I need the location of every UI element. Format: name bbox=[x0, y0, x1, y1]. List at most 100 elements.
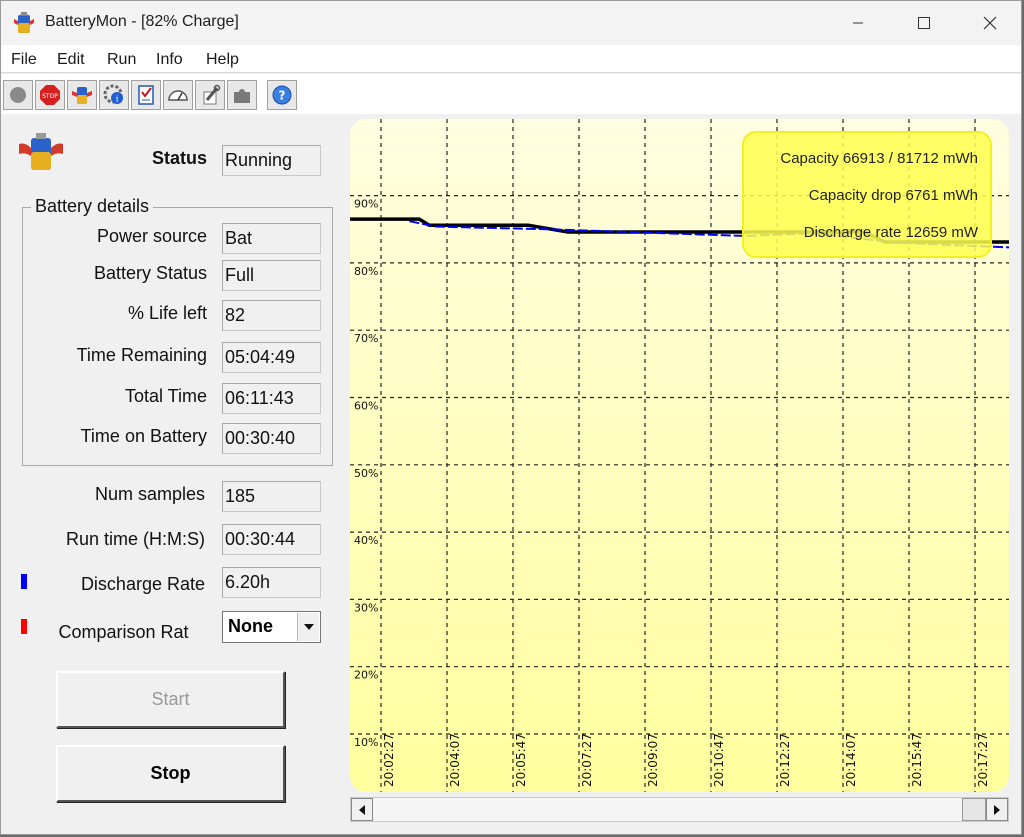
puzzle-icon bbox=[234, 89, 250, 103]
battery-logo-icon bbox=[19, 133, 63, 170]
help-icon: ? bbox=[272, 85, 292, 105]
comparison-rate-label: Comparison Rat bbox=[58, 622, 189, 642]
run-time-label: Run time (H:M:S) bbox=[65, 529, 205, 549]
gauge-button[interactable] bbox=[163, 80, 193, 110]
stop-icon: STOP bbox=[40, 85, 60, 105]
time-remaining-value: 05:04:49 bbox=[222, 342, 321, 373]
window-title: BatteryMon - [82% Charge] bbox=[45, 13, 239, 30]
x-tick-label: 20:12:27 bbox=[778, 733, 792, 787]
info-capacity: Capacity 66913 / 81712 mWh bbox=[780, 150, 978, 167]
scroll-right-button[interactable] bbox=[986, 798, 1008, 821]
x-tick-label: 20:15:47 bbox=[910, 733, 924, 787]
start-button[interactable]: Start bbox=[56, 671, 285, 728]
discharge-rate-label: Discharge Rate bbox=[80, 574, 205, 594]
batterymon-window: BatteryMon - [82% Charge] File Edit Run … bbox=[0, 0, 1022, 835]
app-battery-icon bbox=[14, 12, 34, 33]
checklist-icon bbox=[138, 85, 154, 105]
y-tick-label: 40% bbox=[354, 534, 378, 547]
chart-horizontal-scrollbar[interactable] bbox=[350, 797, 1009, 822]
status-value: Running bbox=[222, 145, 321, 176]
battery-chart: 20:02:27 20:04:07 20:05:47 20:07:27 20:09:07… bbox=[350, 119, 1009, 792]
record-icon bbox=[10, 87, 26, 103]
plugin-button[interactable] bbox=[227, 80, 257, 110]
wrench-icon bbox=[203, 84, 221, 105]
main-panel: Status Running Battery details Power sou… bbox=[1, 114, 1021, 834]
gauge-icon bbox=[168, 90, 188, 101]
menu-bar: File Edit Run Info Help bbox=[1, 45, 1021, 73]
help-toolbar-button[interactable]: ? bbox=[267, 80, 297, 110]
svg-text:?: ? bbox=[279, 89, 286, 103]
tools-button[interactable] bbox=[195, 80, 225, 110]
battery-toolbar-button[interactable] bbox=[67, 80, 97, 110]
info-capacity-drop: Capacity drop 6761 mWh bbox=[808, 187, 978, 204]
battery-details-title: Battery details bbox=[31, 196, 154, 217]
y-tick-label: 20% bbox=[354, 669, 378, 682]
battery-status-label: Battery Status bbox=[93, 263, 207, 283]
checklist-button[interactable] bbox=[131, 80, 161, 110]
battery-status-value: Full bbox=[222, 260, 321, 291]
total-time-value: 06:11:43 bbox=[222, 383, 321, 414]
menu-help[interactable]: Help bbox=[206, 51, 239, 69]
close-icon bbox=[983, 16, 997, 30]
power-source-value: Bat bbox=[222, 223, 321, 254]
info-discharge-rate: Discharge rate 12659 mW bbox=[803, 224, 978, 241]
comparison-dropdown-button[interactable] bbox=[297, 613, 319, 641]
comparison-rate-selected: None bbox=[228, 616, 273, 636]
x-tick-label: 20:04:07 bbox=[448, 733, 462, 787]
life-left-value: 82 bbox=[222, 300, 321, 331]
y-tick-label: 50% bbox=[354, 467, 378, 480]
arrow-right-icon bbox=[994, 804, 1000, 815]
minimize-icon bbox=[853, 22, 863, 24]
y-tick-label: 60% bbox=[354, 400, 378, 413]
scroll-left-button[interactable] bbox=[351, 798, 373, 821]
title-bar: BatteryMon - [82% Charge] bbox=[1, 1, 1021, 45]
info-gear-icon: i bbox=[103, 84, 123, 104]
x-tick-label: 20:07:27 bbox=[580, 733, 594, 787]
comparison-rate-select[interactable]: None bbox=[222, 611, 321, 643]
maximize-button[interactable] bbox=[901, 1, 947, 45]
x-tick-label: 20:02:27 bbox=[382, 733, 396, 787]
x-tick-label: 20:14:07 bbox=[844, 733, 858, 787]
battery-icon bbox=[72, 87, 92, 104]
scroll-thumb[interactable] bbox=[962, 798, 986, 821]
run-time-value: 00:30:44 bbox=[222, 524, 321, 555]
chevron-down-icon bbox=[303, 624, 314, 630]
y-tick-label: 30% bbox=[354, 601, 378, 614]
maximize-icon bbox=[918, 17, 930, 29]
discharge-rate-value: 6.20h bbox=[222, 567, 321, 598]
info-settings-button[interactable]: i bbox=[99, 80, 129, 110]
y-tick-label: 70% bbox=[354, 332, 378, 345]
menu-run[interactable]: Run bbox=[107, 51, 136, 69]
status-label: Status bbox=[151, 148, 207, 168]
y-tick-label: 90% bbox=[354, 198, 378, 211]
time-on-battery-label: Time on Battery bbox=[80, 426, 207, 446]
menu-info[interactable]: Info bbox=[156, 51, 183, 69]
toolbar: STOP i ? bbox=[1, 74, 1021, 114]
num-samples-value: 185 bbox=[222, 481, 321, 512]
total-time-label: Total Time bbox=[124, 386, 207, 406]
time-on-battery-value: 00:30:40 bbox=[222, 423, 321, 454]
x-tick-label: 20:05:47 bbox=[514, 733, 528, 787]
chart-info-box: Capacity 66913 / 81712 mWh Capacity drop… bbox=[742, 131, 992, 258]
y-tick-label: 10% bbox=[354, 736, 378, 749]
stop-button[interactable]: Stop bbox=[56, 745, 285, 802]
comparison-color-marker bbox=[21, 619, 27, 634]
x-tick-label: 20:09:07 bbox=[646, 733, 660, 787]
stop-toolbar-button[interactable]: STOP bbox=[35, 80, 65, 110]
y-tick-label: 80% bbox=[354, 265, 378, 278]
svg-text:STOP: STOP bbox=[42, 93, 58, 100]
menu-edit[interactable]: Edit bbox=[57, 51, 85, 69]
arrow-left-icon bbox=[359, 804, 365, 815]
minimize-button[interactable] bbox=[835, 1, 881, 45]
time-remaining-label: Time Remaining bbox=[76, 345, 207, 365]
discharge-color-marker bbox=[21, 574, 27, 589]
svg-text:i: i bbox=[116, 95, 119, 104]
life-left-label: % Life left bbox=[127, 303, 207, 323]
power-source-label: Power source bbox=[96, 226, 207, 246]
record-button[interactable] bbox=[3, 80, 33, 110]
comparison-label-clip: Comparison Rat bbox=[41, 619, 206, 649]
menu-file[interactable]: File bbox=[11, 51, 37, 69]
num-samples-label: Num samples bbox=[94, 484, 205, 504]
x-tick-label: 20:10:47 bbox=[712, 733, 726, 787]
close-button[interactable] bbox=[967, 1, 1013, 45]
